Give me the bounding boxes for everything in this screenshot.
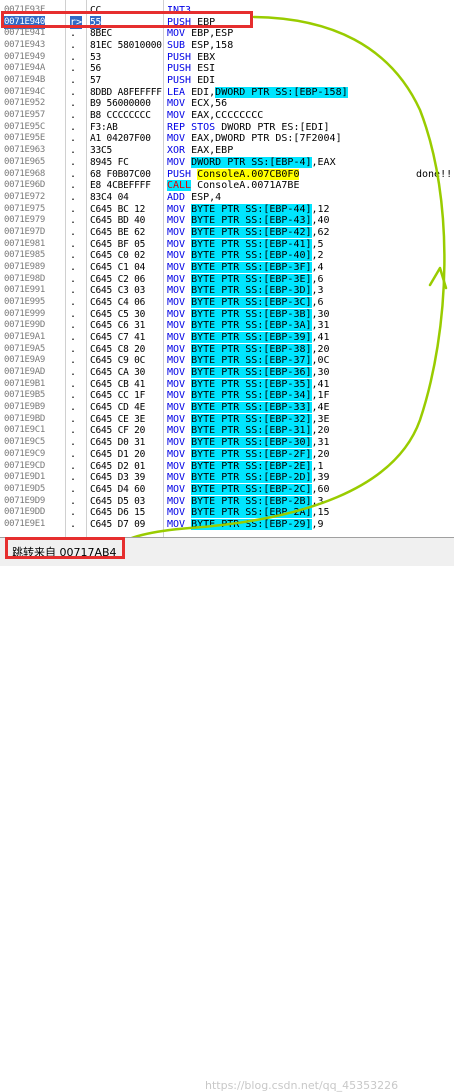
jump-from-annotation-box — [5, 537, 125, 559]
instruction-row[interactable]: 0071E9E1. C645 D7 09 MOV BYTE PTR SS:[EBP-… — [0, 518, 454, 531]
opcode-bytes: C645 D7 09 — [90, 518, 146, 530]
address: 0071E9E1 — [4, 518, 45, 529]
entry-annotation-box — [1, 11, 253, 28]
instruction-text: MOV BYTE PTR SS:[EBP-29],9 — [167, 518, 324, 530]
watermark: https://blog.csdn.net/qq_45353226 — [205, 1079, 399, 1092]
row-marker: . — [70, 518, 77, 530]
disassembly-pane[interactable]: 0071E93F CC INT3 0071E940 r> 55 PUSH EBP 0071E9… — [0, 0, 454, 537]
